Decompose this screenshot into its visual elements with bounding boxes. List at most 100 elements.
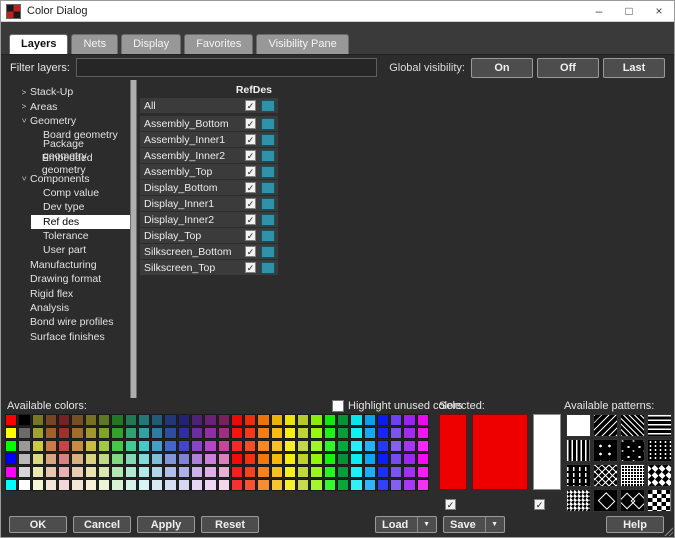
palette-color-r3c0[interactable] [5,453,17,465]
palette-color-r2c0[interactable] [5,440,17,452]
palette-color-r3c29[interactable] [390,453,402,465]
palette-color-r5c17[interactable] [231,479,243,491]
palette-color-r4c2[interactable] [32,466,44,478]
load-button[interactable]: Load ▼ [375,516,437,533]
palette-color-r3c2[interactable] [32,453,44,465]
palette-color-r5c4[interactable] [58,479,70,491]
palette-color-r5c19[interactable] [257,479,269,491]
palette-color-r5c1[interactable] [18,479,30,491]
palette-color-r3c11[interactable] [151,453,163,465]
palette-color-r1c12[interactable] [164,427,176,439]
global-visibility-last-button[interactable]: Last [603,58,665,78]
palette-color-r0c6[interactable] [85,414,97,426]
palette-color-r4c13[interactable] [178,466,190,478]
global-visibility-on-button[interactable]: On [471,58,533,78]
help-button[interactable]: Help [606,516,664,533]
palette-color-r4c22[interactable] [297,466,309,478]
palette-color-r2c1[interactable] [18,440,30,452]
palette-color-r5c30[interactable] [403,479,415,491]
palette-color-r2c24[interactable] [324,440,336,452]
palette-color-r2c7[interactable] [98,440,110,452]
palette-color-r5c25[interactable] [337,479,349,491]
palette-color-r3c25[interactable] [337,453,349,465]
palette-color-r2c29[interactable] [390,440,402,452]
palette-color-r4c8[interactable] [111,466,123,478]
palette-color-r3c7[interactable] [98,453,110,465]
tree-item-tolerance[interactable]: Tolerance [1,229,130,243]
tree-item-dev-type[interactable]: Dev type [1,200,130,214]
tree-item-manufacturing[interactable]: Manufacturing [1,258,130,272]
palette-color-r4c21[interactable] [284,466,296,478]
palette-color-r5c13[interactable] [178,479,190,491]
palette-color-r3c8[interactable] [111,453,123,465]
palette-color-r5c18[interactable] [244,479,256,491]
palette-color-r2c20[interactable] [271,440,283,452]
layer-visibility-checkbox[interactable]: ✓ [245,100,256,111]
tab-nets[interactable]: Nets [71,34,118,54]
cancel-button[interactable]: Cancel [73,516,131,533]
palette-color-r3c21[interactable] [284,453,296,465]
palette-color-r1c19[interactable] [257,427,269,439]
palette-color-r5c24[interactable] [324,479,336,491]
palette-color-r5c22[interactable] [297,479,309,491]
layer-color-swatch[interactable] [261,230,275,242]
palette-color-r3c19[interactable] [257,453,269,465]
palette-color-r1c15[interactable] [204,427,216,439]
layer-color-swatch[interactable] [261,246,275,258]
palette-color-r2c4[interactable] [58,440,70,452]
layer-color-swatch[interactable] [261,214,275,226]
layer-color-swatch[interactable] [261,262,275,274]
palette-color-r1c31[interactable] [417,427,429,439]
palette-color-r0c3[interactable] [45,414,57,426]
palette-color-r4c24[interactable] [324,466,336,478]
palette-color-r2c23[interactable] [310,440,322,452]
palette-color-r3c22[interactable] [297,453,309,465]
palette-color-r1c25[interactable] [337,427,349,439]
tree-item-bond-wire-profiles[interactable]: Bond wire profiles [1,315,130,329]
palette-color-r2c28[interactable] [377,440,389,452]
palette-color-r2c3[interactable] [45,440,57,452]
pattern-diamond-outline[interactable] [593,489,618,512]
palette-color-r0c2[interactable] [32,414,44,426]
palette-color-r1c1[interactable] [18,427,30,439]
apply-button[interactable]: Apply [137,516,195,533]
tab-visibility-pane[interactable]: Visibility Pane [256,34,348,54]
layer-row-assembly-top[interactable]: Assembly_Top✓ [140,164,278,179]
palette-color-r2c19[interactable] [257,440,269,452]
palette-color-r1c11[interactable] [151,427,163,439]
palette-color-r2c27[interactable] [364,440,376,452]
palette-color-r2c5[interactable] [71,440,83,452]
palette-color-r1c4[interactable] [58,427,70,439]
chevron-down-icon[interactable]: > [20,173,29,185]
pattern-grid-mesh[interactable] [620,464,645,487]
palette-color-r2c16[interactable] [218,440,230,452]
tree-item-surface-finishes[interactable]: Surface finishes [1,330,130,344]
minimize-button[interactable]: – [584,1,614,21]
palette-color-r2c9[interactable] [125,440,137,452]
layer-color-swatch[interactable] [261,182,275,194]
palette-color-r0c21[interactable] [284,414,296,426]
layer-row-all[interactable]: All✓ [140,98,278,113]
palette-color-r0c27[interactable] [364,414,376,426]
palette-color-r0c11[interactable] [151,414,163,426]
palette-color-r4c29[interactable] [390,466,402,478]
layer-color-swatch[interactable] [261,166,275,178]
palette-color-r2c14[interactable] [191,440,203,452]
palette-color-r4c14[interactable] [191,466,203,478]
layer-row-silkscreen-top[interactable]: Silkscreen_Top✓ [140,260,278,275]
palette-color-r4c6[interactable] [85,466,97,478]
palette-color-r3c13[interactable] [178,453,190,465]
palette-color-r3c9[interactable] [125,453,137,465]
layer-visibility-checkbox[interactable]: ✓ [245,150,256,161]
tree-item-analysis[interactable]: Analysis [1,301,130,315]
palette-color-r0c17[interactable] [231,414,243,426]
save-dropdown-arrow[interactable]: ▼ [485,517,498,532]
palette-color-r4c26[interactable] [350,466,362,478]
palette-color-r2c25[interactable] [337,440,349,452]
palette-color-r3c12[interactable] [164,453,176,465]
palette-color-r5c20[interactable] [271,479,283,491]
palette-color-r5c8[interactable] [111,479,123,491]
palette-color-r0c13[interactable] [178,414,190,426]
palette-color-r2c15[interactable] [204,440,216,452]
load-dropdown-arrow[interactable]: ▼ [417,517,430,532]
